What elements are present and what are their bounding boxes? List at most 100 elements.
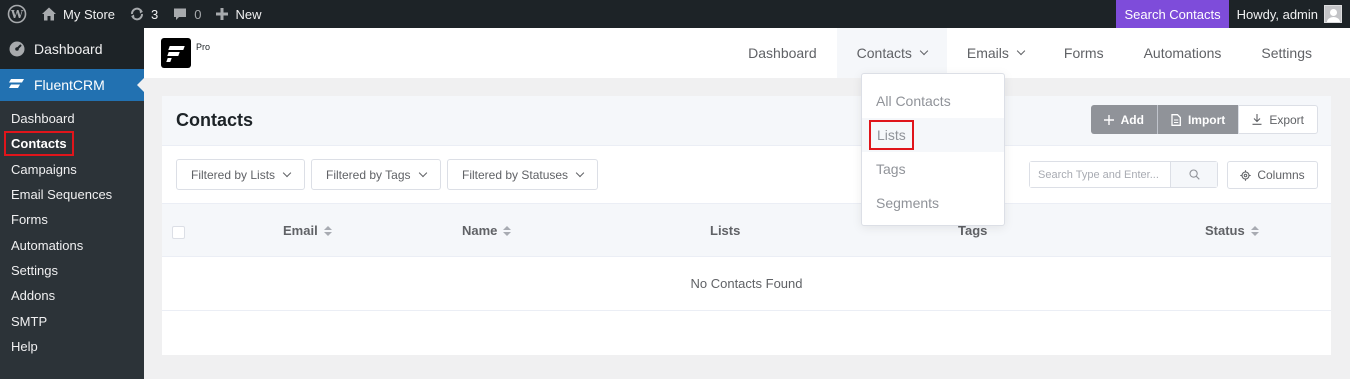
column-email[interactable]: Email bbox=[283, 223, 332, 238]
filter-toolbar: Filtered by Lists Filtered by Tags Filte… bbox=[162, 146, 1331, 204]
column-label: Lists bbox=[710, 223, 741, 238]
sidebar-item-label: Dashboard bbox=[34, 40, 103, 57]
sort-icon bbox=[323, 225, 332, 236]
select-all-checkbox[interactable] bbox=[172, 226, 185, 239]
submenu-item-campaigns[interactable]: Campaigns bbox=[0, 157, 144, 182]
fluentcrm-icon bbox=[9, 79, 24, 88]
nav-emails-label: Emails bbox=[966, 45, 1009, 61]
submenu-label: Forms bbox=[11, 212, 48, 228]
comments-link[interactable]: 0 bbox=[165, 0, 208, 28]
import-button[interactable]: Import bbox=[1157, 105, 1239, 134]
new-label: New bbox=[235, 6, 262, 22]
sort-icon bbox=[1250, 225, 1259, 236]
avatar bbox=[1324, 5, 1342, 23]
nav-contacts[interactable]: Contacts bbox=[836, 28, 947, 78]
howdy-label: Howdy, admin bbox=[1236, 6, 1318, 22]
document-icon bbox=[1171, 113, 1181, 126]
submenu-item-addons[interactable]: Addons bbox=[0, 283, 144, 308]
dropdown-item-lists[interactable]: Lists bbox=[862, 118, 1004, 152]
comment-icon bbox=[174, 8, 187, 20]
new-content-link[interactable]: New bbox=[208, 0, 268, 28]
submenu-label: Dashboard bbox=[11, 111, 75, 127]
admin-sidebar: Dashboard FluentCRM Dashboard Contacts C… bbox=[0, 28, 144, 379]
submenu-item-smtp[interactable]: SMTP bbox=[0, 308, 144, 333]
sort-icon bbox=[503, 225, 512, 236]
search-contacts-button[interactable]: Search Contacts bbox=[1116, 0, 1229, 28]
submenu-item-automations[interactable]: Automations bbox=[0, 232, 144, 257]
site-name-link[interactable]: My Store bbox=[34, 0, 122, 28]
filter-label: Filtered by Lists bbox=[191, 167, 276, 182]
nav-automations[interactable]: Automations bbox=[1124, 28, 1242, 78]
submenu-item-email-sequences[interactable]: Email Sequences bbox=[0, 182, 144, 207]
search-button[interactable] bbox=[1170, 162, 1217, 187]
submenu-item-forms[interactable]: Forms bbox=[0, 207, 144, 232]
filter-by-statuses[interactable]: Filtered by Statuses bbox=[447, 159, 599, 190]
contacts-panel: Contacts Add Import Export Filtered by L… bbox=[162, 96, 1331, 355]
refresh-icon bbox=[131, 7, 144, 21]
filter-label: Filtered by Statuses bbox=[462, 167, 569, 182]
submenu-item-settings[interactable]: Settings bbox=[0, 258, 144, 283]
dropdown-label: All Contacts bbox=[876, 93, 951, 109]
columns-label: Columns bbox=[1257, 168, 1305, 182]
filter-by-lists[interactable]: Filtered by Lists bbox=[176, 159, 306, 190]
submenu-label: Contacts bbox=[4, 131, 74, 157]
add-contact-button[interactable]: Add bbox=[1090, 105, 1158, 134]
dropdown-label: Segments bbox=[876, 195, 940, 211]
search-input[interactable] bbox=[1030, 162, 1170, 187]
column-label: Email bbox=[283, 223, 318, 238]
dropdown-label: Tags bbox=[876, 161, 906, 177]
page-title: Contacts bbox=[176, 110, 254, 130]
fluentcrm-submenu: Dashboard Contacts Campaigns Email Seque… bbox=[0, 101, 144, 379]
updates-count: 3 bbox=[151, 6, 159, 22]
svg-text:W: W bbox=[10, 8, 24, 21]
filter-label: Filtered by Tags bbox=[326, 167, 411, 182]
plus-icon bbox=[1103, 114, 1114, 125]
sidebar-item-label: FluentCRM bbox=[34, 77, 105, 93]
wordpress-logo-button[interactable]: W bbox=[0, 0, 34, 28]
chevron-down-icon bbox=[282, 168, 292, 177]
submenu-item-dashboard[interactable]: Dashboard bbox=[0, 106, 144, 131]
submenu-label: Addons bbox=[11, 288, 56, 304]
submenu-label: Automations bbox=[11, 237, 84, 253]
sidebar-item-fluentcrm[interactable]: FluentCRM bbox=[0, 69, 144, 101]
my-account-link[interactable]: Howdy, admin bbox=[1229, 0, 1350, 28]
export-button[interactable]: Export bbox=[1238, 105, 1318, 134]
submenu-label: SMTP bbox=[11, 313, 48, 329]
plus-icon bbox=[216, 8, 229, 20]
filter-by-tags[interactable]: Filtered by Tags bbox=[311, 159, 441, 190]
fluentcrm-top-nav: Pro Dashboard Contacts Emails Forms Auto… bbox=[144, 28, 1350, 78]
columns-button[interactable]: Columns bbox=[1227, 161, 1318, 189]
submenu-label: Help bbox=[11, 338, 38, 354]
column-name[interactable]: Name bbox=[462, 223, 512, 238]
chevron-down-icon bbox=[418, 168, 427, 177]
updates-link[interactable]: 3 bbox=[122, 0, 165, 28]
dropdown-item-all-contacts[interactable]: All Contacts bbox=[862, 84, 1004, 118]
import-label: Import bbox=[1187, 112, 1226, 127]
add-label: Add bbox=[1120, 112, 1144, 127]
nav-settings[interactable]: Settings bbox=[1241, 28, 1332, 78]
nav-emails[interactable]: Emails bbox=[947, 28, 1044, 78]
nav-contacts-label: Contacts bbox=[856, 45, 912, 61]
sidebar-item-dashboard[interactable]: Dashboard bbox=[0, 28, 144, 69]
nav-dashboard[interactable]: Dashboard bbox=[728, 28, 837, 78]
submenu-item-help[interactable]: Help bbox=[0, 334, 144, 359]
chevron-down-icon bbox=[1016, 46, 1026, 56]
chevron-down-icon bbox=[919, 46, 929, 56]
contacts-dropdown-menu: All Contacts Lists Tags Segments bbox=[861, 73, 1005, 226]
empty-state: No Contacts Found bbox=[162, 257, 1331, 311]
submenu-item-contacts[interactable]: Contacts bbox=[0, 131, 144, 157]
home-icon bbox=[42, 7, 56, 21]
contacts-header: Contacts Add Import Export bbox=[162, 96, 1331, 146]
dashboard-gauge-icon bbox=[9, 41, 25, 56]
nav-forms[interactable]: Forms bbox=[1044, 28, 1124, 78]
fluentcrm-logo[interactable] bbox=[161, 38, 191, 68]
wordpress-icon: W bbox=[7, 4, 27, 24]
dropdown-item-segments[interactable]: Segments bbox=[862, 186, 1004, 220]
pro-badge: Pro bbox=[196, 42, 211, 52]
dropdown-item-tags[interactable]: Tags bbox=[862, 152, 1004, 186]
submenu-label: Campaigns bbox=[11, 161, 77, 177]
comments-count: 0 bbox=[194, 6, 202, 22]
column-label: Name bbox=[462, 223, 498, 238]
column-status[interactable]: Status bbox=[1205, 223, 1259, 238]
gear-icon bbox=[1240, 169, 1252, 181]
